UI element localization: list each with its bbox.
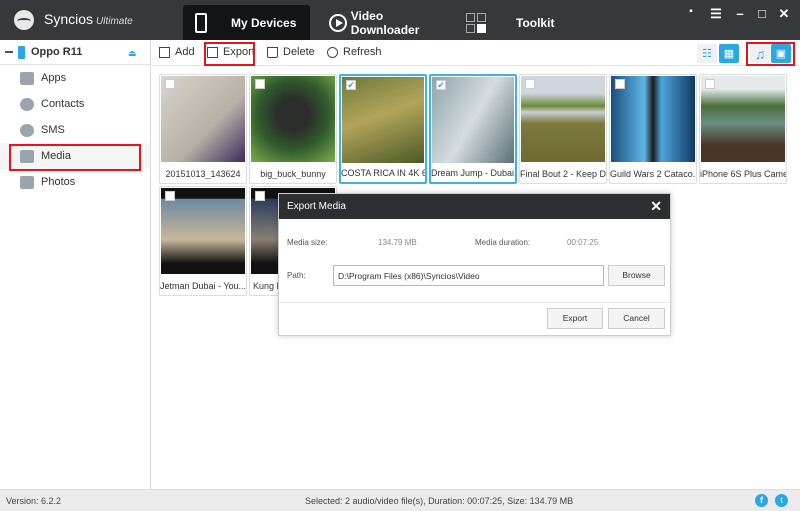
contacts-icon: [20, 97, 34, 111]
app-name: Syncios Ultimate: [44, 11, 133, 27]
app-edition: Ultimate: [96, 16, 133, 27]
add-icon: [159, 46, 170, 58]
twitter-icon[interactable]: t: [775, 494, 788, 507]
media-title: Guild Wars 2 Cataco...: [610, 169, 696, 179]
media-item[interactable]: Final Bout 2 - Keep D...: [519, 74, 607, 184]
sidebar: Oppo R11 ⏏ Apps Contacts SMS Media Photo…: [0, 40, 151, 489]
grid-view-button[interactable]: ▦: [719, 44, 739, 63]
minimize-icon[interactable]: –: [732, 6, 748, 21]
checkbox[interactable]: [165, 191, 175, 201]
trash-icon: [267, 46, 278, 58]
media-highlight-box: [9, 144, 141, 171]
sidebar-item-contacts[interactable]: Contacts: [0, 91, 150, 117]
add-label: Add: [175, 46, 195, 58]
add-button[interactable]: Add: [159, 46, 195, 58]
menu-icon[interactable]: ☰: [708, 6, 724, 22]
checkbox[interactable]: [615, 79, 625, 89]
media-title: 20151013_143624: [165, 169, 241, 179]
tab-label: Video Downloader: [350, 8, 420, 37]
tab-video-downloader[interactable]: Video Downloader: [323, 5, 453, 40]
checkbox[interactable]: [255, 191, 265, 201]
media-title: Jetman Dubai - You...: [160, 281, 246, 291]
dialog-header: Export Media ✕: [279, 194, 670, 219]
media-title: iPhone 6S Plus Came...: [700, 169, 786, 179]
toolkit-icon: [466, 12, 486, 33]
title-bar: Syncios Ultimate My Devices Video Downloa…: [0, 0, 800, 40]
collapse-icon[interactable]: [5, 51, 13, 53]
app-title: Syncios: [44, 11, 94, 27]
sidebar-item-label: Photos: [41, 176, 76, 188]
sidebar-item-label: Contacts: [41, 98, 85, 110]
media-title: Final Bout 2 - Keep D...: [520, 169, 606, 179]
media-title: Dream Jump - Dubai...: [431, 168, 515, 178]
selection-summary: Selected: 2 audio/video file(s), Duratio…: [305, 496, 574, 506]
media-type-highlight-box: [746, 42, 795, 66]
eject-icon[interactable]: ⏏: [128, 48, 137, 59]
media-title: COSTA RICA IN 4K 6...: [341, 168, 425, 178]
sidebar-item-label: Apps: [41, 72, 67, 84]
media-item[interactable]: ✔ Dream Jump - Dubai...: [429, 74, 517, 184]
tab-label: My Devices: [231, 15, 297, 30]
sidebar-item-label: SMS: [41, 124, 65, 136]
syncios-logo-icon: [14, 10, 34, 30]
checkbox[interactable]: ✔: [436, 80, 446, 90]
dialog-close-icon[interactable]: ✕: [650, 198, 662, 215]
path-label: Path:: [287, 271, 306, 280]
dialog-cancel-button[interactable]: Cancel: [608, 308, 665, 329]
sidebar-item-apps[interactable]: Apps: [0, 65, 150, 91]
dialog-divider: [279, 302, 670, 303]
tab-my-devices[interactable]: My Devices: [183, 5, 310, 40]
media-item[interactable]: big_buck_bunny: [249, 74, 337, 184]
delete-button[interactable]: Delete: [267, 46, 315, 58]
checkbox[interactable]: [255, 79, 265, 89]
sms-icon: [20, 123, 34, 137]
media-item[interactable]: Jetman Dubai - You...: [159, 186, 247, 296]
device-row[interactable]: Oppo R11 ⏏: [0, 40, 150, 65]
apps-icon: [20, 71, 34, 85]
phone-icon: [195, 12, 207, 33]
export-highlight-box: [204, 42, 255, 66]
refresh-icon: [327, 46, 338, 58]
sidebar-item-sms[interactable]: SMS: [0, 117, 150, 143]
tab-toolkit[interactable]: Toolkit: [460, 5, 560, 40]
feedback-icon[interactable]: ▪: [683, 6, 699, 17]
media-duration-value: 00:07:25: [567, 238, 599, 247]
status-bar: Version: 6.2.2 Selected: 2 audio/video f…: [0, 489, 800, 511]
checkbox[interactable]: [525, 79, 535, 89]
media-title: big_buck_bunny: [260, 169, 326, 179]
browse-button[interactable]: Browse: [608, 265, 665, 286]
media-item[interactable]: ✔ COSTA RICA IN 4K 6...: [339, 74, 427, 184]
media-item[interactable]: iPhone 6S Plus Came...: [699, 74, 787, 184]
facebook-icon[interactable]: f: [755, 494, 768, 507]
maximize-icon[interactable]: □: [754, 6, 770, 21]
version-text: Version: 6.2.2: [6, 496, 62, 506]
refresh-label: Refresh: [343, 46, 382, 58]
path-input[interactable]: D:\Program Files (x86)\Syncios\Video: [333, 265, 604, 286]
device-name: Oppo R11: [31, 46, 83, 58]
close-icon[interactable]: ✕: [776, 6, 792, 22]
export-media-dialog: Export Media ✕ Media size: 134.79 MB Medi…: [278, 193, 671, 336]
play-icon: [329, 13, 347, 32]
delete-label: Delete: [283, 46, 315, 58]
dialog-title: Export Media: [287, 201, 346, 212]
dialog-export-button[interactable]: Export: [547, 308, 603, 329]
checkbox[interactable]: [705, 79, 715, 89]
media-item[interactable]: Guild Wars 2 Cataco...: [609, 74, 697, 184]
list-view-button[interactable]: ☷: [697, 44, 717, 63]
photos-icon: [20, 175, 34, 189]
media-item[interactable]: 20151013_143624: [159, 74, 247, 184]
media-duration-label: Media duration:: [475, 238, 531, 247]
checkbox[interactable]: ✔: [346, 80, 356, 90]
checkbox[interactable]: [165, 79, 175, 89]
device-phone-icon: [18, 45, 25, 59]
media-size-label: Media size:: [287, 238, 328, 247]
refresh-button[interactable]: Refresh: [327, 46, 382, 58]
media-size-value: 134.79 MB: [378, 238, 417, 247]
tab-label: Toolkit: [516, 15, 555, 30]
sidebar-item-photos[interactable]: Photos: [0, 169, 150, 195]
